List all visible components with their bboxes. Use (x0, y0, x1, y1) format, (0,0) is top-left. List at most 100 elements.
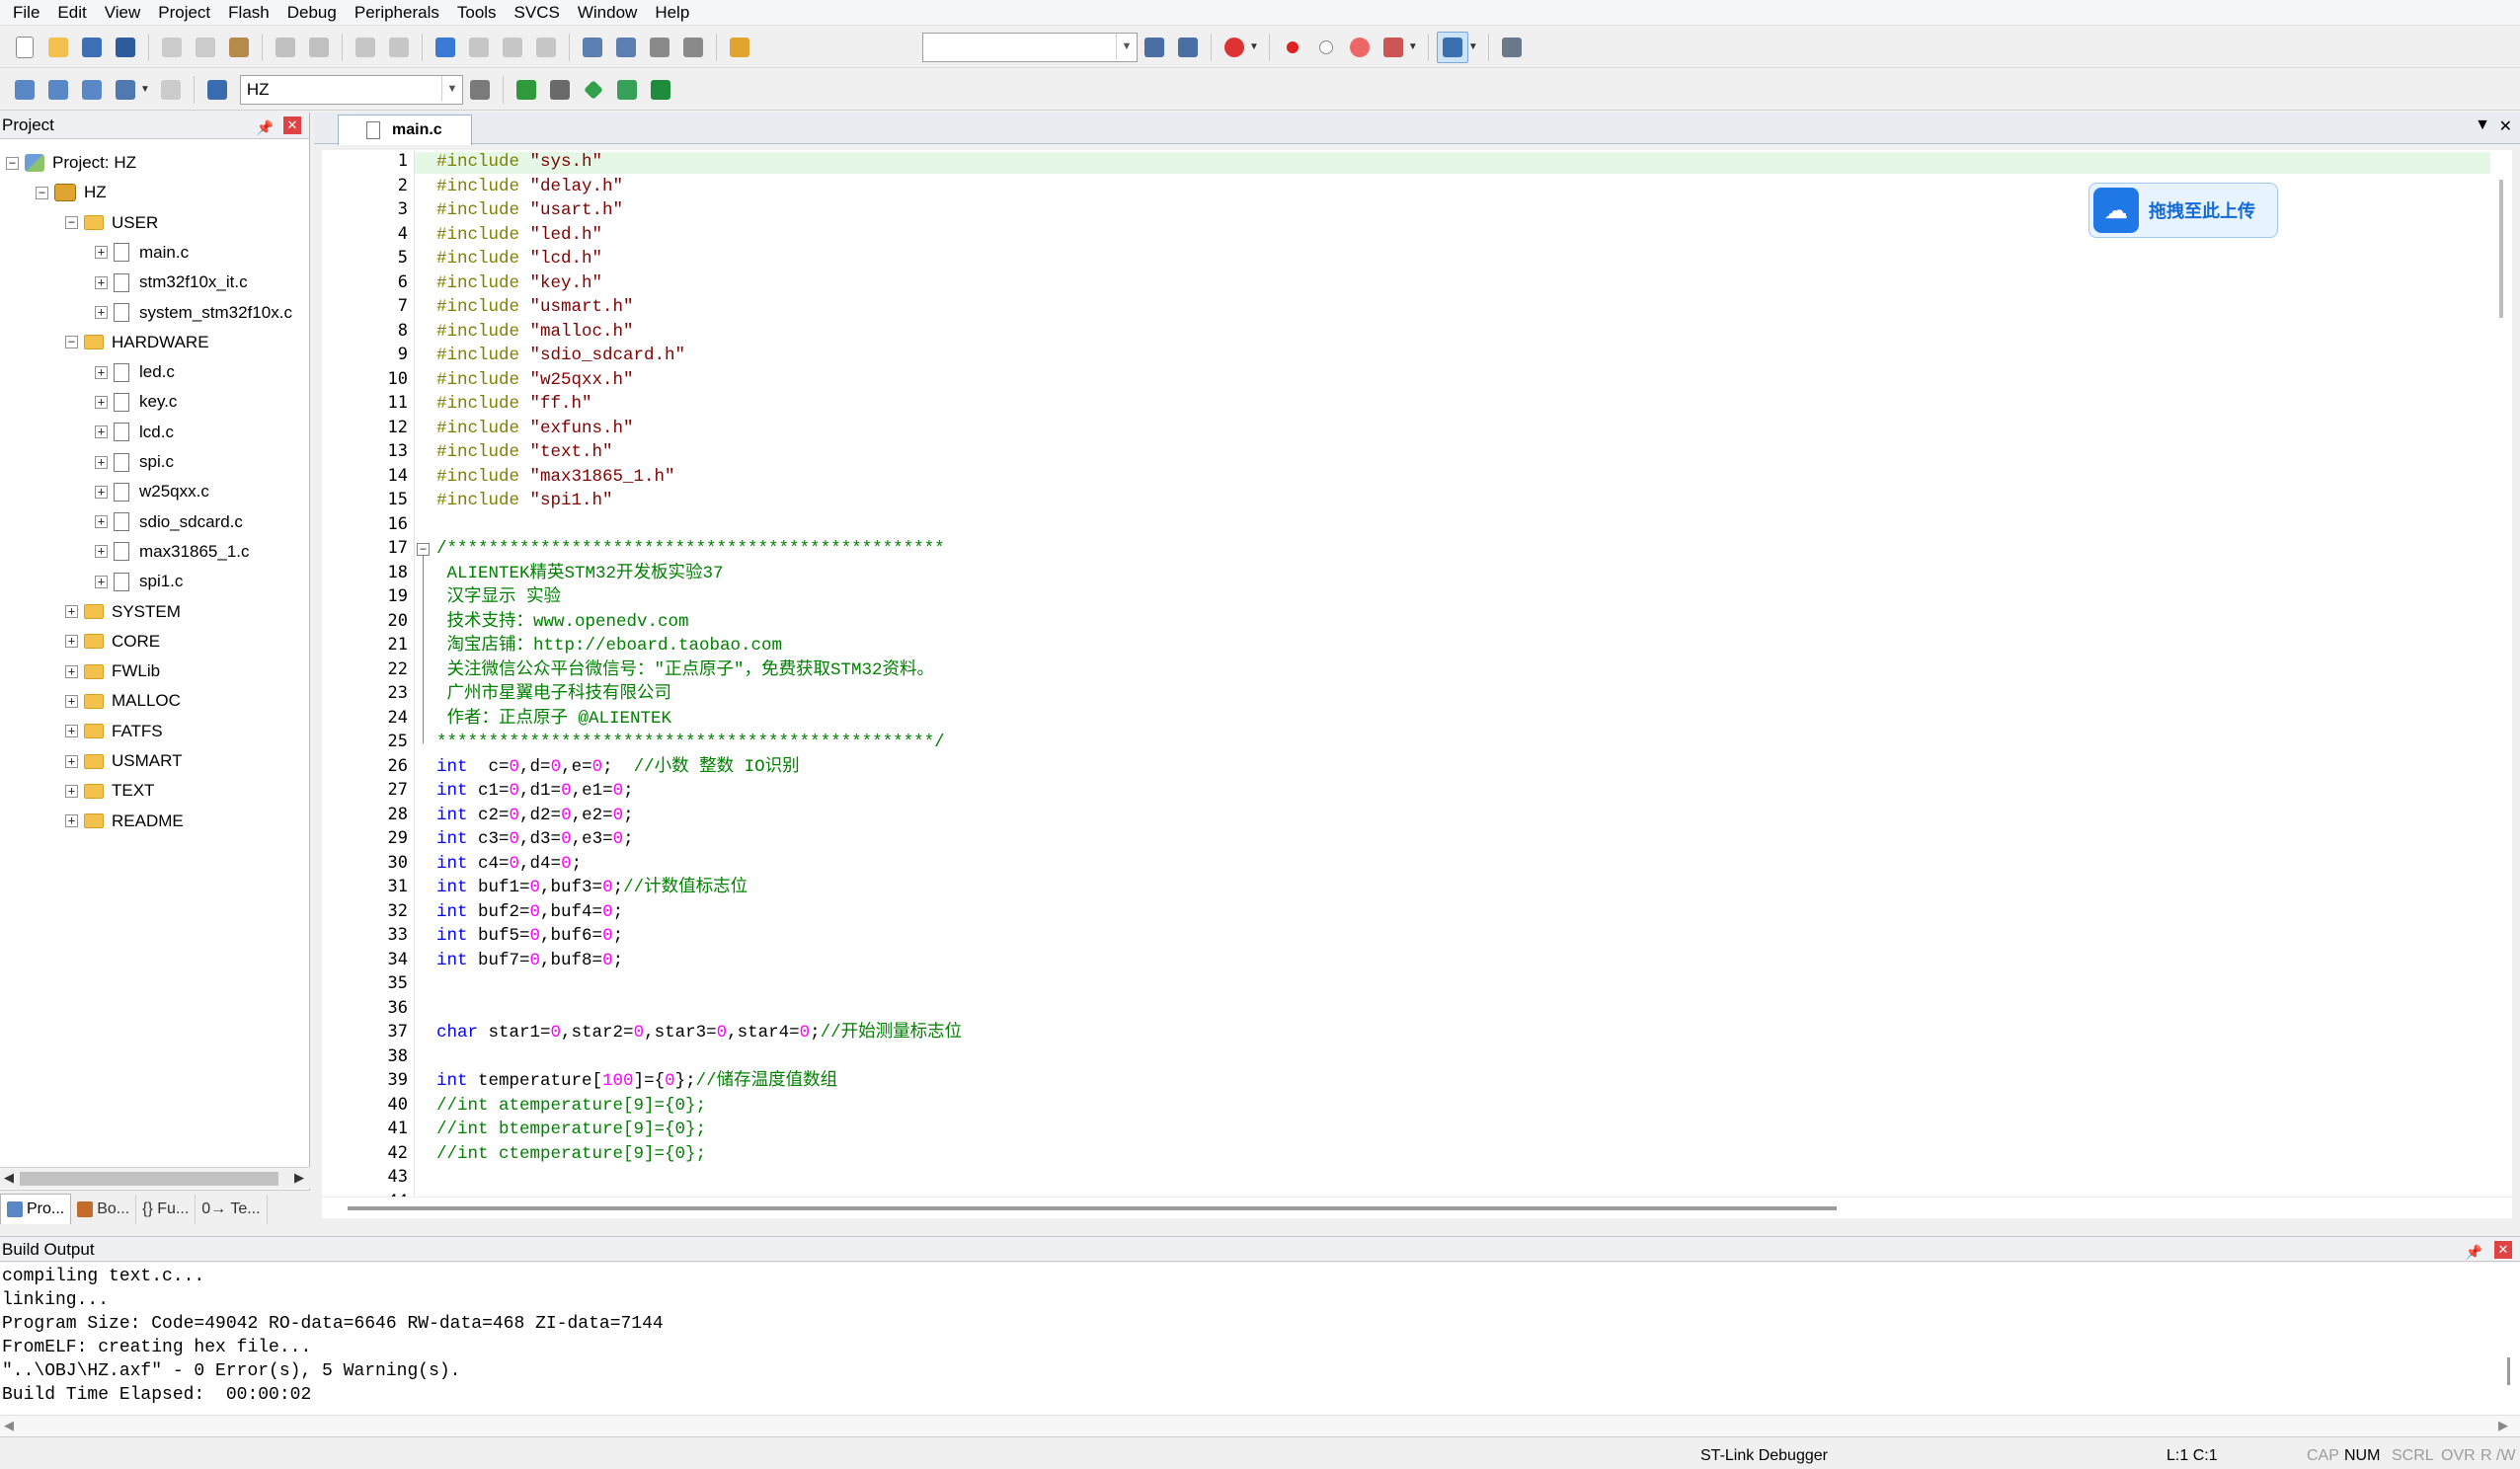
menu-item-file[interactable]: File (4, 1, 48, 25)
build-output-horizontal-scrollbar[interactable]: ◀ ▶ (0, 1415, 2520, 1436)
scroll-right-icon[interactable]: ▶ (2498, 1418, 2508, 1433)
menu-item-flash[interactable]: Flash (219, 1, 278, 25)
find-icon[interactable] (1140, 33, 1169, 62)
tree-item-file[interactable]: + spi.c (95, 449, 174, 475)
scrollbar-thumb[interactable] (348, 1206, 1837, 1210)
prev-bookmark-icon[interactable] (464, 33, 494, 62)
unindent-icon[interactable] (611, 33, 641, 62)
copy-icon[interactable] (191, 33, 220, 62)
tree-item-group-user[interactable]: − USER (65, 210, 158, 236)
paste-icon[interactable] (224, 33, 254, 62)
expand-icon[interactable]: + (65, 784, 78, 798)
scrollbar-thumb[interactable] (2499, 180, 2503, 318)
scrollbar-thumb[interactable] (2507, 1357, 2510, 1385)
tree-item-group-core[interactable]: + CORE (65, 629, 160, 655)
menu-item-edit[interactable]: Edit (48, 1, 95, 25)
tree-item-file[interactable]: + lcd.c (95, 420, 174, 445)
select-packs-icon[interactable] (579, 75, 608, 105)
tree-item-group-system[interactable]: + SYSTEM (65, 599, 181, 625)
tree-item-file[interactable]: + sdio_sdcard.c (95, 509, 243, 535)
comment-icon[interactable] (645, 33, 674, 62)
chevron-down-icon[interactable]: ▼ (440, 75, 462, 102)
pack-installer-icon[interactable] (612, 75, 642, 105)
tree-item-file[interactable]: + stm32f10x_it.c (95, 270, 248, 295)
navigate-forward-icon[interactable] (384, 33, 414, 62)
debug-session-icon[interactable] (1220, 33, 1249, 62)
enable-breakpoint-icon[interactable] (1311, 33, 1341, 62)
editor-vertical-scrollbar[interactable] (2490, 150, 2512, 1197)
cut-icon[interactable] (157, 33, 187, 62)
menu-item-view[interactable]: View (96, 1, 150, 25)
expand-icon[interactable]: + (95, 515, 108, 529)
bookmark-icon[interactable] (431, 33, 460, 62)
expand-icon[interactable]: + (65, 694, 78, 708)
expand-icon[interactable]: + (95, 275, 108, 289)
pin-icon[interactable]: 📌 (2466, 1239, 2482, 1265)
collapse-icon[interactable]: − (65, 336, 78, 349)
clear-bookmarks-icon[interactable] (531, 33, 561, 62)
disable-breakpoints-icon[interactable] (1345, 33, 1375, 62)
tree-item-group-usmart[interactable]: + USMART (65, 748, 182, 774)
tree-item-file[interactable]: + w25qxx.c (95, 479, 209, 504)
undo-icon[interactable] (271, 33, 300, 62)
uncomment-icon[interactable] (678, 33, 708, 62)
tree-item-file[interactable]: + key.c (95, 389, 177, 415)
rebuild-icon[interactable] (77, 75, 107, 105)
tree-item-file[interactable]: + max31865_1.c (95, 539, 250, 565)
collapse-icon[interactable]: − (65, 216, 78, 230)
redo-icon[interactable] (304, 33, 334, 62)
find-combo[interactable]: ▼ (922, 32, 1138, 62)
menu-item-project[interactable]: Project (149, 1, 219, 25)
chevron-down-icon[interactable]: ▼ (140, 84, 150, 95)
batch-build-icon[interactable] (111, 75, 140, 105)
expand-icon[interactable]: + (95, 395, 108, 409)
expand-icon[interactable]: + (95, 246, 108, 260)
scroll-right-icon[interactable]: ▶ (294, 1170, 304, 1186)
indent-icon[interactable] (578, 33, 607, 62)
download-icon[interactable] (202, 75, 232, 105)
build-output-vertical-scrollbar[interactable] (2498, 1263, 2520, 1415)
build-icon[interactable] (43, 75, 73, 105)
menu-item-debug[interactable]: Debug (278, 1, 346, 25)
save-icon[interactable] (77, 33, 107, 62)
expand-icon[interactable]: + (95, 365, 108, 379)
file-extensions-icon[interactable] (545, 75, 575, 105)
manage-components-icon[interactable] (512, 75, 541, 105)
expand-icon[interactable]: + (65, 814, 78, 828)
tab-functions[interactable]: {} Fu... (136, 1194, 197, 1224)
new-file-icon[interactable] (10, 33, 39, 62)
run-time-environment-icon[interactable] (646, 75, 675, 105)
expand-icon[interactable]: + (95, 306, 108, 319)
pin-icon[interactable]: 📌 (257, 115, 274, 140)
expand-icon[interactable]: + (65, 725, 78, 738)
upload-drop-button[interactable]: ☁ 拖拽至此上传 (2088, 183, 2278, 238)
scroll-left-icon[interactable]: ◀ (4, 1418, 14, 1433)
menu-item-help[interactable]: Help (646, 1, 698, 25)
target-select[interactable]: HZ ▼ (239, 74, 463, 105)
chevron-down-icon[interactable]: ▼ (1468, 41, 1478, 52)
window-layout-icon[interactable] (1436, 31, 1468, 63)
tab-main-c[interactable]: main.c (338, 115, 472, 145)
next-bookmark-icon[interactable] (498, 33, 527, 62)
navigate-back-icon[interactable] (351, 33, 380, 62)
menu-item-tools[interactable]: Tools (448, 1, 506, 25)
menu-item-peripherals[interactable]: Peripherals (346, 1, 448, 25)
expand-icon[interactable]: + (65, 605, 78, 618)
insert-breakpoint-icon[interactable] (1278, 33, 1307, 62)
close-icon[interactable]: ✕ (2494, 1241, 2512, 1259)
configure-icon[interactable] (1497, 33, 1527, 62)
fold-collapse-icon[interactable]: − (417, 543, 430, 556)
tree-item-file[interactable]: + spi1.c (95, 569, 183, 594)
tab-templates[interactable]: 0→ Te... (196, 1194, 268, 1224)
chevron-down-icon[interactable]: ▼ (1116, 33, 1137, 59)
chevron-down-icon[interactable]: ▼ (1249, 41, 1259, 52)
tab-project[interactable]: Pro... (0, 1194, 72, 1224)
tree-item-group-hardware[interactable]: − HARDWARE (65, 330, 209, 355)
incremental-find-icon[interactable] (1173, 33, 1203, 62)
tree-item-target[interactable]: − HZ (36, 180, 107, 205)
tree-item-project-root[interactable]: − Project: HZ (6, 150, 136, 176)
tree-item-group-readme[interactable]: + README (65, 809, 184, 834)
expand-icon[interactable]: + (65, 635, 78, 649)
tree-item-file[interactable]: + led.c (95, 359, 175, 385)
translate-icon[interactable] (10, 75, 39, 105)
